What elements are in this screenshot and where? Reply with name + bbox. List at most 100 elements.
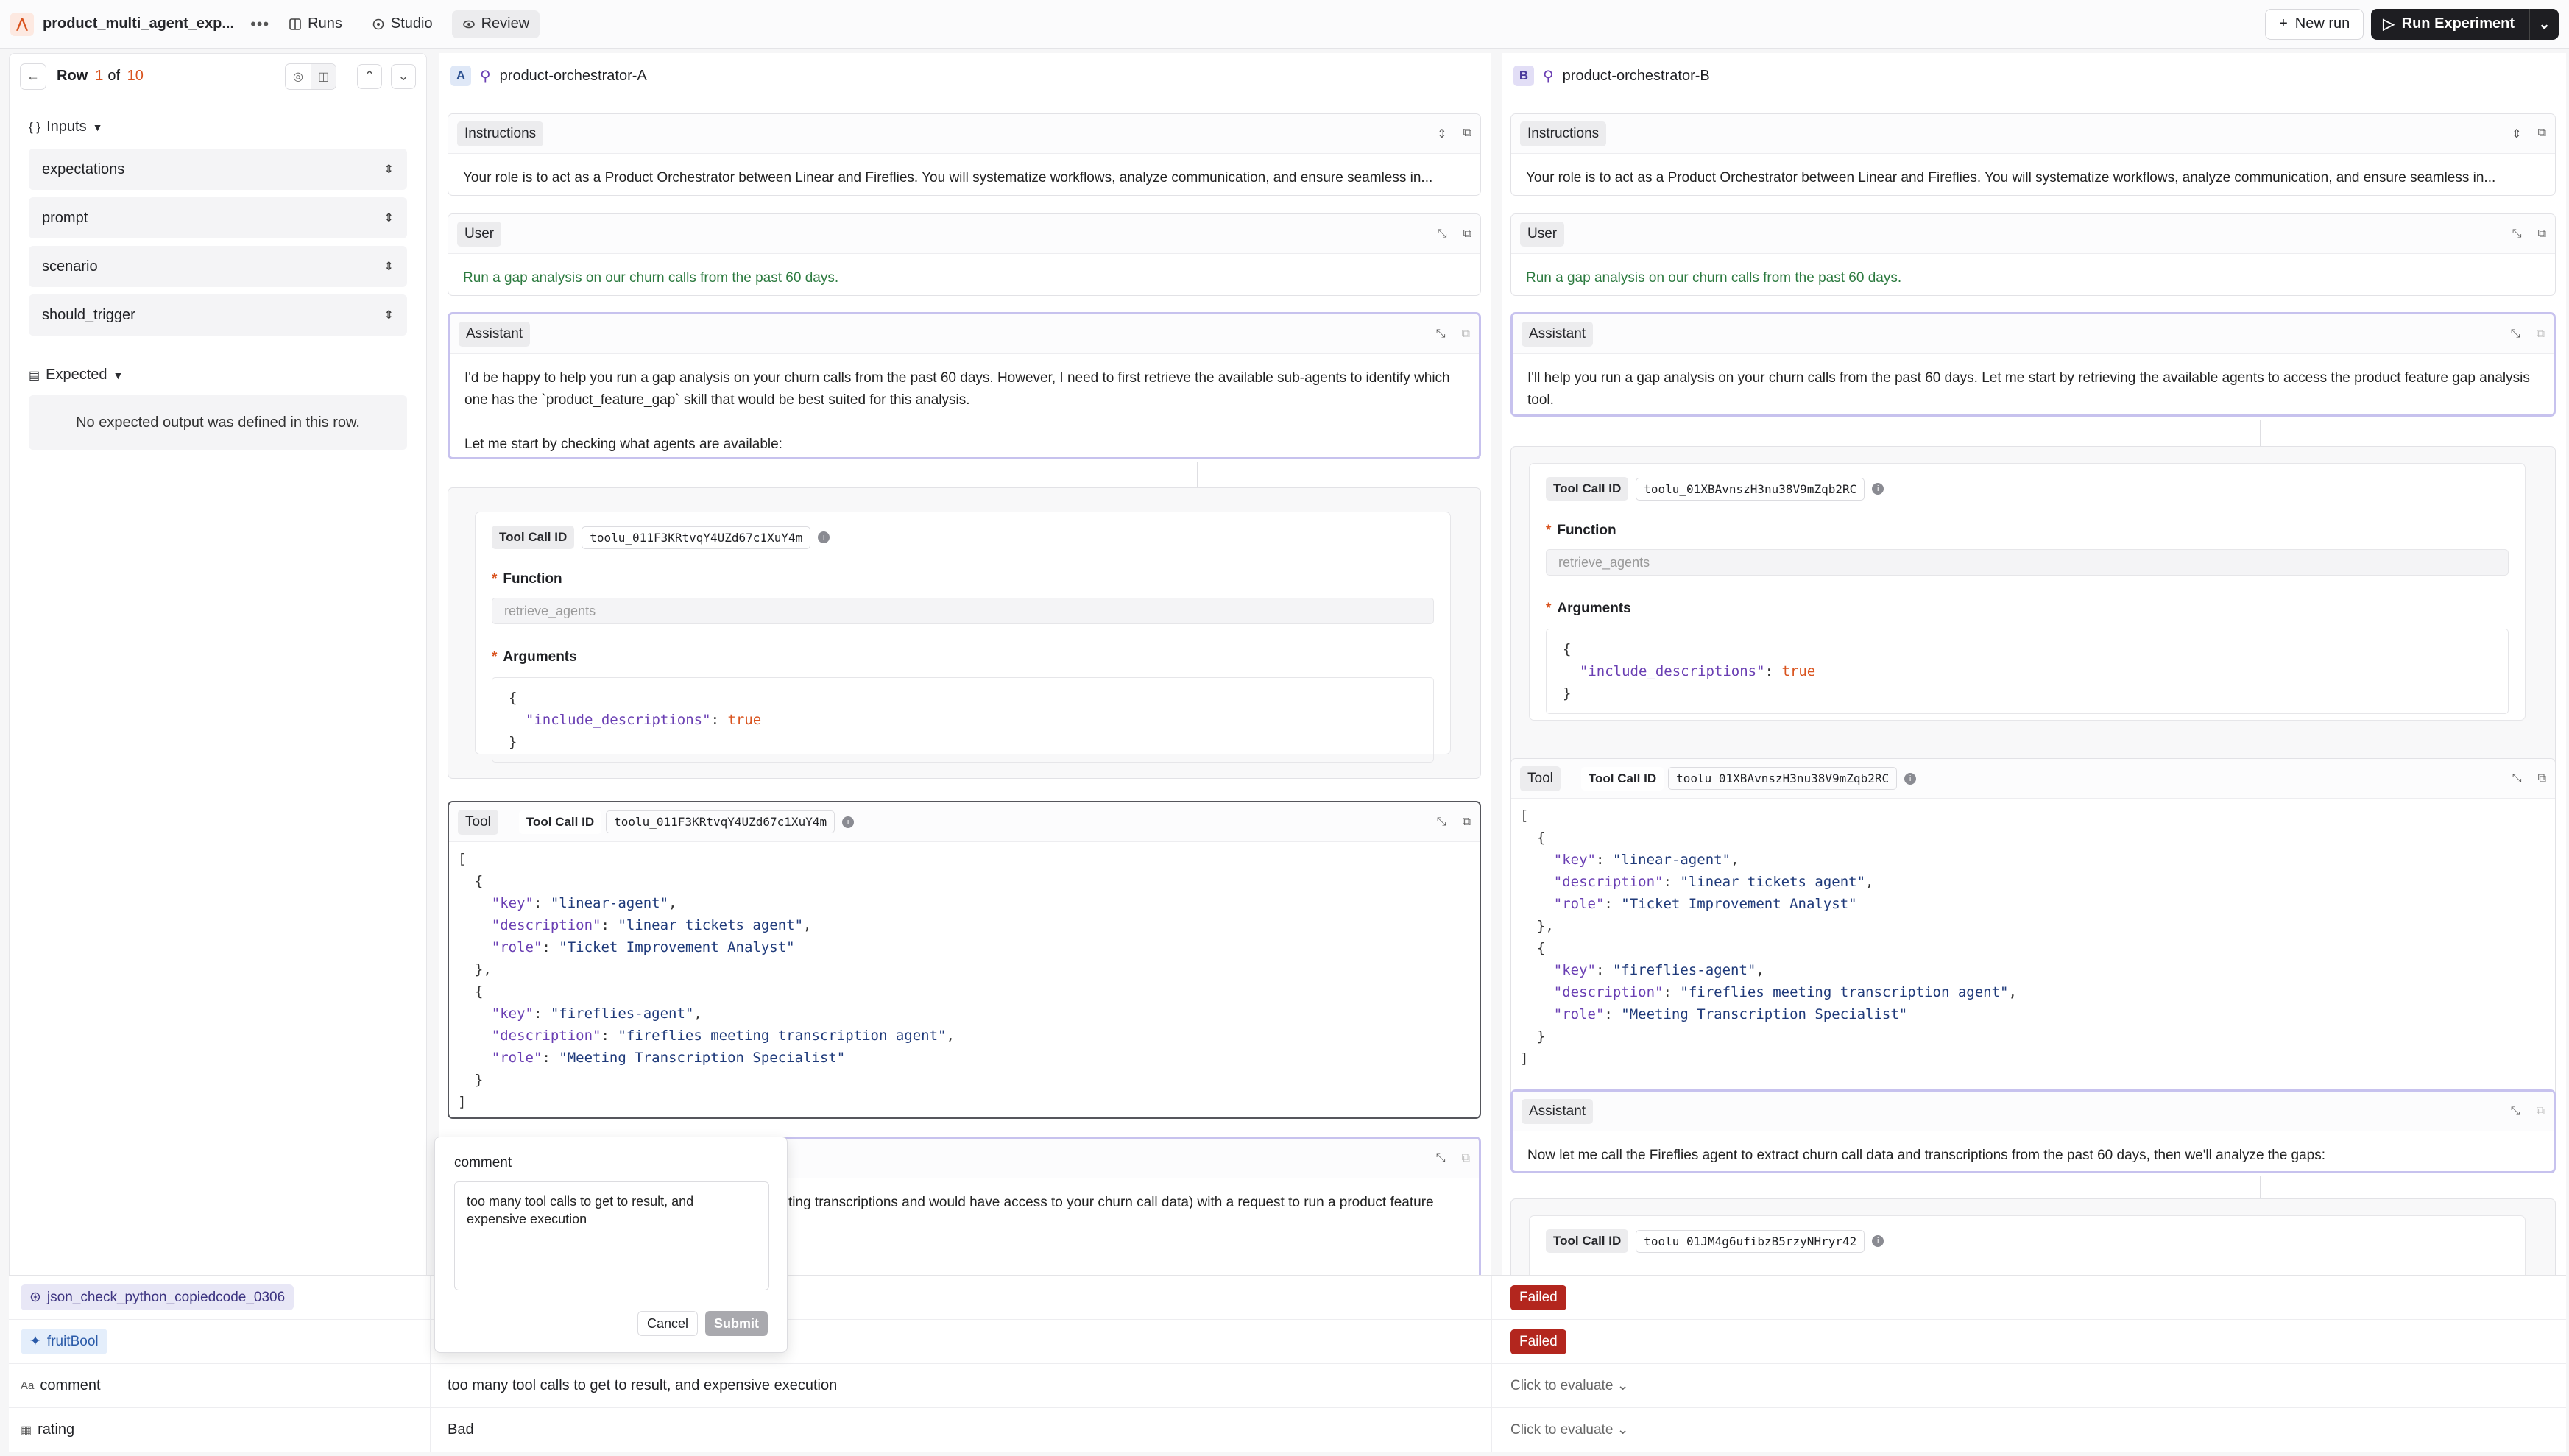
card-header: User ⤡ ⧉ bbox=[448, 214, 1480, 254]
function-label-text: Function bbox=[1557, 523, 1616, 538]
caret-down-icon: ▼ bbox=[92, 121, 103, 133]
split-view-icon[interactable]: ◫ bbox=[311, 63, 336, 89]
score-row-json-check: ⊛ json_check_python_copiedcode_0306 Faile… bbox=[9, 1276, 2566, 1320]
scorer-chip[interactable]: ⊛ json_check_python_copiedcode_0306 bbox=[21, 1284, 294, 1310]
project-name[interactable]: product_multi_agent_exp... bbox=[43, 15, 234, 32]
tab-runs-label: Runs bbox=[308, 15, 342, 32]
more-options-icon[interactable]: ••• bbox=[250, 15, 269, 34]
column-b-header: B ⚲ product-orchestrator-B bbox=[1502, 53, 2566, 99]
click-to-evaluate[interactable]: Click to evaluate ⌄ bbox=[1510, 1421, 1629, 1438]
collapse-icon[interactable]: ⤡ bbox=[1437, 816, 1446, 829]
row-label: Row bbox=[57, 68, 88, 84]
copy-icon[interactable]: ⧉ bbox=[1463, 127, 1471, 141]
tab-review[interactable]: Review bbox=[451, 10, 540, 38]
card-header: Instructions ⇕ ⧉ bbox=[448, 114, 1480, 154]
arguments-label: * Arguments bbox=[1546, 601, 1631, 616]
copy-icon[interactable]: ⧉ bbox=[1463, 816, 1471, 829]
new-run-button[interactable]: + New run bbox=[2265, 8, 2364, 40]
click-to-evaluate[interactable]: Click to evaluate ⌄ bbox=[1510, 1377, 1629, 1394]
tab-runs[interactable]: Runs bbox=[278, 10, 353, 38]
status-badge: Failed bbox=[1510, 1329, 1566, 1354]
row-indicator: Row 1 of 10 bbox=[57, 68, 148, 85]
input-label: scenario bbox=[42, 258, 98, 275]
comment-popover: comment too many tool calls to get to re… bbox=[434, 1137, 788, 1353]
assistant-tag: Assistant bbox=[1522, 321, 1594, 347]
collapse-icon[interactable]: ⤡ bbox=[2511, 1105, 2520, 1118]
assistant-card: Assistant ⤡ ⧉ I'd be happy to help you run… bbox=[448, 312, 1481, 459]
tool-result-json: [ { "key": "linear-agent", "description"… bbox=[1520, 807, 2017, 1067]
score-row-rating: ▦ rating Bad Click to evaluate ⌄ bbox=[9, 1408, 2566, 1452]
user-tag: User bbox=[457, 221, 502, 247]
badge-b: B bbox=[1513, 66, 1534, 86]
input-expectations[interactable]: expectations ⇕ bbox=[29, 149, 407, 190]
tab-studio[interactable]: Studio bbox=[361, 10, 443, 38]
document-icon: ▤ bbox=[29, 369, 40, 382]
function-field[interactable]: retrieve_agents bbox=[1546, 549, 2509, 576]
input-should-trigger[interactable]: should_trigger ⇕ bbox=[29, 294, 407, 336]
eye-toggle-icon[interactable]: ◎ bbox=[286, 64, 311, 89]
user-message: Run a gap analysis on our churn calls fr… bbox=[463, 270, 839, 286]
caret-down-icon: ▼ bbox=[113, 369, 124, 381]
info-icon[interactable]: i bbox=[1872, 483, 1884, 495]
row-total: 10 bbox=[127, 68, 144, 84]
copy-icon[interactable]: ⧉ bbox=[2538, 227, 2546, 241]
chevron-down-icon[interactable]: ⌄ bbox=[2529, 8, 2559, 40]
expand-icon[interactable]: ⇕ bbox=[2512, 127, 2521, 141]
card-header: Tool Tool Call ID toolu_01XBAvnszH3nu38V… bbox=[1511, 759, 2555, 799]
arguments-field[interactable]: { "include_descriptions": true} bbox=[492, 677, 1434, 763]
copy-icon[interactable]: ⧉ bbox=[2538, 127, 2546, 141]
info-icon[interactable]: i bbox=[842, 816, 855, 828]
card-header: User ⤡ ⧉ bbox=[1511, 214, 2555, 254]
collapse-icon[interactable]: ⤡ bbox=[1436, 328, 1446, 341]
view-toggle: ◎ ◫ bbox=[285, 63, 336, 90]
collapse-icon[interactable]: ⤡ bbox=[1436, 1152, 1446, 1165]
scorer-name: fruitBool bbox=[46, 1333, 99, 1349]
input-scenario[interactable]: scenario ⇕ bbox=[29, 246, 407, 287]
arguments-field[interactable]: { "include_descriptions": true} bbox=[1546, 629, 2509, 714]
input-prompt[interactable]: prompt ⇕ bbox=[29, 197, 407, 238]
cancel-button[interactable]: Cancel bbox=[637, 1311, 698, 1336]
tool-call-id-row: Tool Call ID toolu_011F3KRtvqY4UZd67c1Xu… bbox=[492, 526, 1450, 549]
copy-icon[interactable]: ⧉ bbox=[2538, 772, 2546, 785]
card-header: Assistant ⤡ ⧉ bbox=[1513, 1092, 2554, 1131]
comment-textarea[interactable]: too many tool calls to get to result, an… bbox=[454, 1181, 769, 1290]
function-field[interactable]: retrieve_agents bbox=[492, 598, 1434, 624]
rating-value[interactable]: Bad bbox=[448, 1421, 474, 1438]
copy-icon[interactable]: ⧉ bbox=[1463, 227, 1471, 241]
copy-icon[interactable]: ⧉ bbox=[1462, 328, 1470, 341]
tool-call-id-label: Tool Call ID bbox=[518, 810, 602, 834]
tool-call-id-value: toolu_01XBAvnszH3nu38V9mZqb2RC bbox=[1636, 477, 1865, 501]
back-arrow-icon[interactable]: ← bbox=[20, 63, 46, 90]
copy-icon[interactable]: ⧉ bbox=[2537, 328, 2545, 341]
expand-icon[interactable]: ⇕ bbox=[1437, 127, 1446, 141]
rating-label: rating bbox=[38, 1421, 75, 1438]
copy-icon[interactable]: ⧉ bbox=[2537, 1105, 2545, 1118]
card-header: Assistant ⤡ ⧉ bbox=[450, 314, 1479, 354]
instructions-text: Your role is to act as a Product Orchest… bbox=[463, 170, 1433, 185]
collapse-icon[interactable]: ⤡ bbox=[1438, 227, 1447, 241]
expected-section-toggle[interactable]: ▤ Expected ▼ bbox=[29, 367, 426, 384]
collapse-icon[interactable]: ⤡ bbox=[2511, 328, 2520, 341]
collapse-icon[interactable]: ⤡ bbox=[2512, 227, 2522, 241]
collapse-icon[interactable]: ⤡ bbox=[2512, 772, 2522, 785]
info-icon[interactable]: i bbox=[1904, 772, 1917, 785]
run-experiment-button[interactable]: ▷ Run Experiment ⌄ bbox=[2371, 8, 2559, 40]
project-logo-icon[interactable]: ⋀ bbox=[10, 12, 34, 36]
arg-value: true bbox=[1781, 663, 1816, 679]
arg-value: true bbox=[727, 712, 762, 728]
inputs-section-toggle[interactable]: { } Inputs ▼ bbox=[29, 119, 426, 135]
tool-call-id-row: Tool Call ID toolu_01XBAvnszH3nu38V9mZqb… bbox=[1546, 477, 2525, 501]
sparkle-icon: ✦ bbox=[29, 1334, 41, 1349]
copy-icon[interactable]: ⧉ bbox=[1462, 1152, 1470, 1165]
chevron-up-icon[interactable]: ⌃ bbox=[357, 63, 382, 89]
tool-call-card: Tool Call ID toolu_011F3KRtvqY4UZd67c1Xu… bbox=[475, 512, 1451, 763]
chevron-down-icon[interactable]: ⌄ bbox=[391, 63, 416, 89]
info-icon[interactable]: i bbox=[1872, 1235, 1884, 1247]
comment-value[interactable]: too many tool calls to get to result, an… bbox=[448, 1377, 837, 1394]
scorer-chip[interactable]: ✦ fruitBool bbox=[21, 1329, 107, 1354]
input-label: expectations bbox=[42, 160, 125, 177]
submit-button[interactable]: Submit bbox=[705, 1311, 768, 1336]
column-a-header: A ⚲ product-orchestrator-A bbox=[439, 53, 1491, 99]
function-label: * Function bbox=[1546, 523, 1616, 538]
info-icon[interactable]: i bbox=[818, 531, 830, 543]
